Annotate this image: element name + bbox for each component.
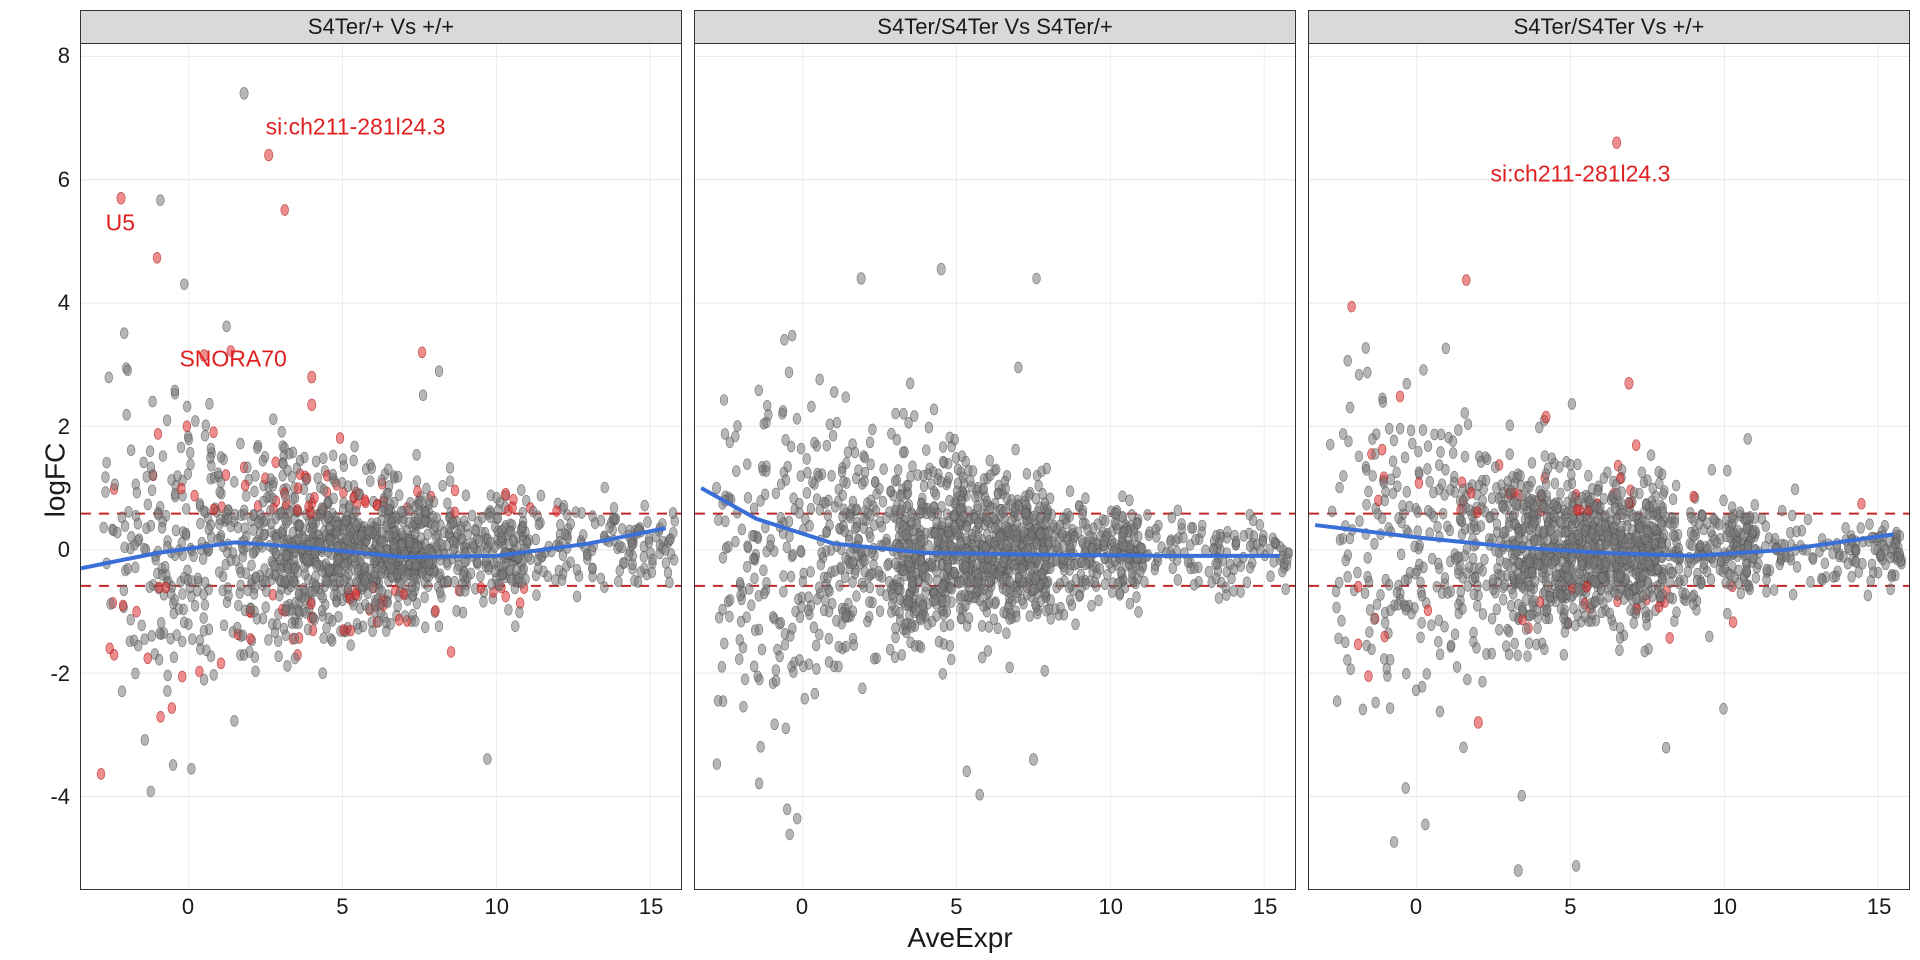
gene-annotation: si:ch211-281l24.3	[266, 114, 446, 141]
x-tick-label: 15	[1253, 894, 1277, 920]
facet-panel: S4Ter/S4Ter Vs S4Ter/+	[694, 10, 1296, 890]
x-tick-label: 15	[1867, 894, 1891, 920]
y-tick-label: -4	[50, 784, 70, 810]
gene-annotation: si:ch211-281l24.3	[1491, 160, 1671, 187]
ma-plot-figure: logFC AveExpr -4-202468 S4Ter/+ Vs +/+si…	[0, 0, 1920, 960]
gene-annotation: U5	[106, 209, 135, 236]
y-axis-ticks: -4 -2 0 2 4 6 8	[0, 44, 78, 890]
facet-title: S4Ter/S4Ter Vs S4Ter/+	[694, 10, 1296, 44]
x-axis-tick-group: 0 5 10 15	[1308, 894, 1910, 922]
facet-panels: S4Ter/+ Vs +/+ si:ch211-281l24.3 U5 SNORA70…	[80, 10, 1910, 890]
x-tick-label: 15	[639, 894, 663, 920]
y-tick-label: 8	[58, 43, 70, 69]
y-tick-label: -2	[50, 661, 70, 687]
facet-title: S4Ter/S4Ter Vs +/+	[1308, 10, 1910, 44]
x-tick-label: 5	[1564, 894, 1576, 920]
plot-area	[694, 44, 1296, 890]
x-axis-ticks: 0 5 10 15 0 5 10 15 0 5 10 15	[80, 894, 1910, 922]
facet-panel: S4Ter/S4Ter Vs +/+ si:ch211-281l24.3	[1308, 10, 1910, 890]
x-tick-label: 5	[950, 894, 962, 920]
x-tick-label: 5	[336, 894, 348, 920]
x-tick-label: 10	[1099, 894, 1123, 920]
facet-panel: S4Ter/+ Vs +/+ si:ch211-281l24.3 U5 SNORA70	[80, 10, 682, 890]
plot-area: si:ch211-281l24.3	[1308, 44, 1910, 890]
y-tick-label: 4	[58, 290, 70, 316]
plot-area: si:ch211-281l24.3 U5 SNORA70	[80, 44, 682, 890]
y-tick-label: 6	[58, 167, 70, 193]
x-tick-label: 10	[1713, 894, 1737, 920]
gene-annotation: SNORA70	[179, 345, 286, 372]
x-axis-tick-group: 0 5 10 15	[694, 894, 1296, 922]
facet-title: S4Ter/+ Vs +/+	[80, 10, 682, 44]
x-axis-label: AveExpr	[0, 922, 1920, 954]
x-tick-label: 0	[796, 894, 808, 920]
x-tick-label: 10	[485, 894, 509, 920]
x-tick-label: 0	[182, 894, 194, 920]
y-tick-label: 0	[58, 537, 70, 563]
x-axis-tick-group: 0 5 10 15	[80, 894, 682, 922]
y-tick-label: 2	[58, 414, 70, 440]
x-tick-label: 0	[1410, 894, 1422, 920]
